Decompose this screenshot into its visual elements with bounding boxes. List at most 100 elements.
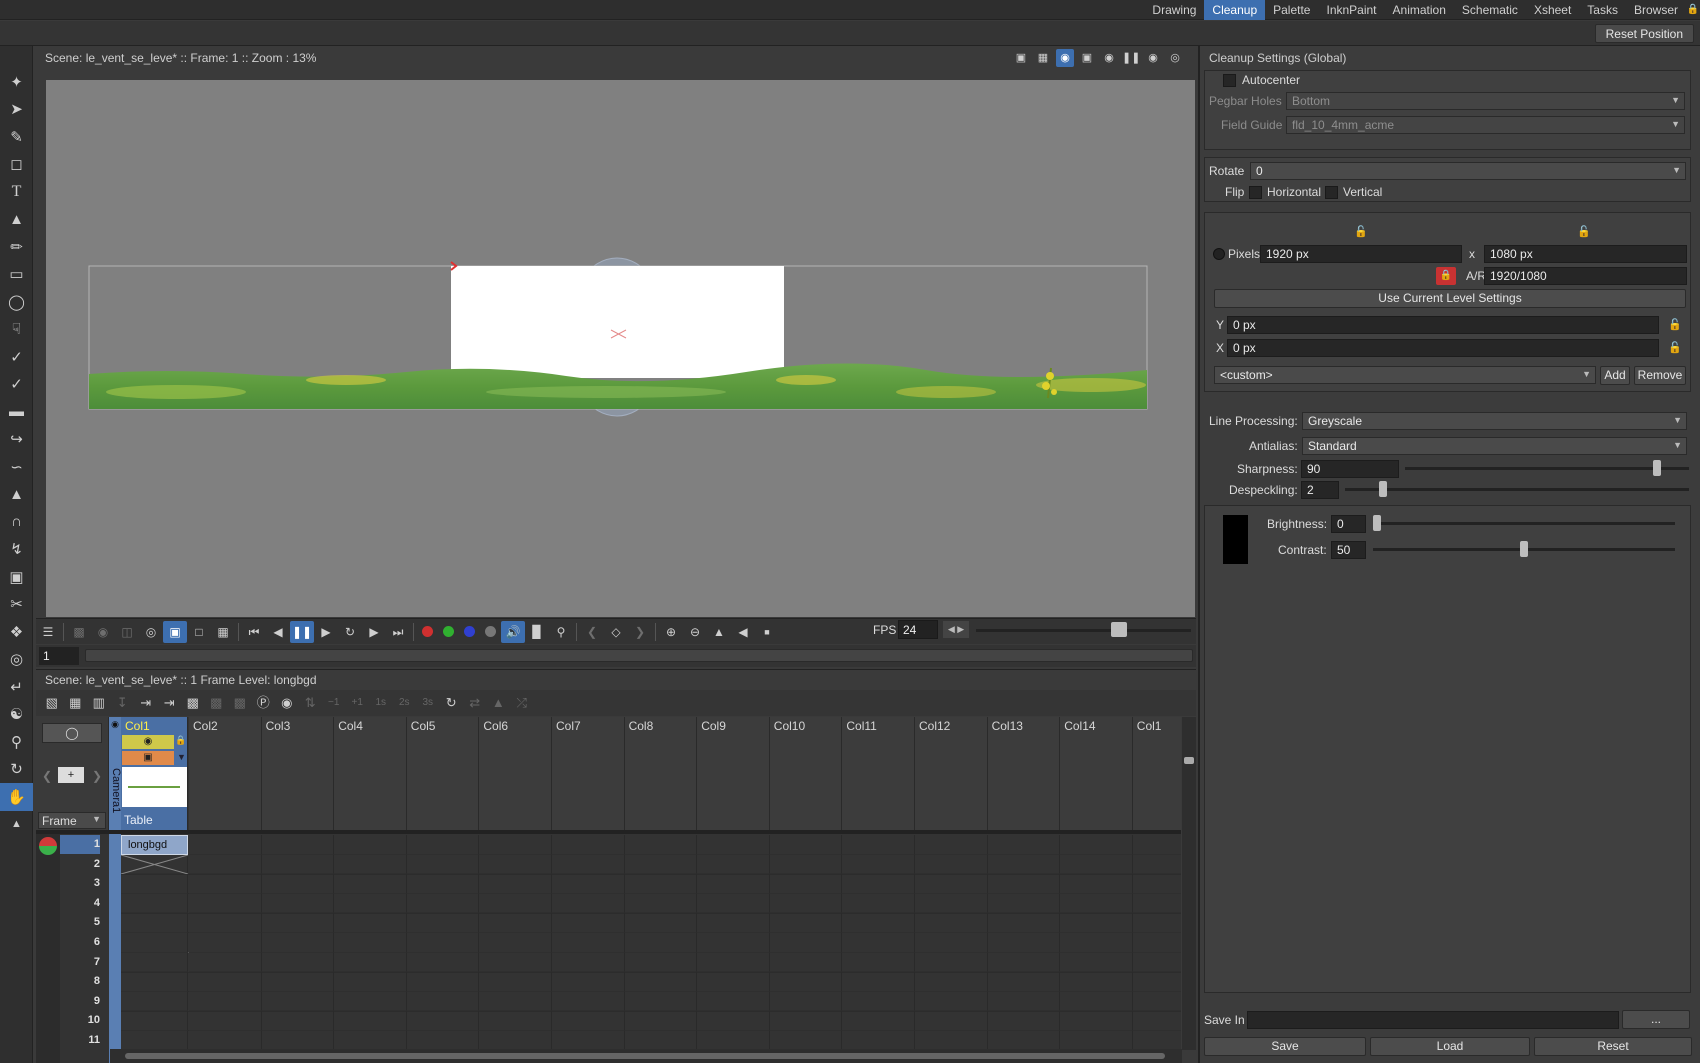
next-frame-icon[interactable]: ▶ [362, 621, 386, 643]
xsheet-cell[interactable] [334, 913, 407, 933]
xsheet-cell[interactable] [624, 1011, 698, 1031]
fps-input[interactable]: 24 [898, 620, 938, 639]
rollup-icon[interactable]: ▲ [487, 692, 511, 714]
xsheet-cell[interactable] [334, 874, 407, 894]
xsheet-cell[interactable] [406, 991, 480, 1012]
column-header[interactable]: Col6 [479, 717, 552, 830]
xsheet-cell[interactable] [189, 854, 262, 875]
xsheet-cell[interactable] [479, 972, 552, 992]
xsheet-cell[interactable] [406, 972, 480, 992]
fill-tool-icon[interactable]: ▲ [0, 206, 33, 234]
col1-cell[interactable] [121, 913, 188, 933]
brightness-slider-handle[interactable] [1373, 515, 1381, 531]
frame-number[interactable]: 3 [60, 874, 100, 893]
sound-icon[interactable]: 🔊 [501, 620, 525, 643]
preview-icon[interactable]: ◉ [1144, 49, 1162, 67]
control-point-editor-icon[interactable]: ↪ [0, 426, 33, 454]
x-lock-icon[interactable]: 🔓 [1668, 341, 1682, 354]
play-icon[interactable]: ▶ [314, 621, 338, 643]
xsheet-cell[interactable] [697, 972, 770, 992]
column-header[interactable]: Col13 [987, 717, 1061, 830]
xsheet-cell[interactable] [769, 952, 843, 973]
brightness-slider[interactable] [1373, 522, 1675, 525]
rotate-select[interactable]: 0 ▼ [1250, 162, 1686, 180]
xsheet-cell[interactable] [479, 991, 552, 1012]
width-field[interactable]: 1920 px [1260, 245, 1462, 263]
col1-cell[interactable] [121, 972, 188, 992]
type-tool-icon[interactable]: T [0, 178, 33, 206]
swing-icon[interactable]: ⇄ [463, 692, 487, 714]
xsheet-cell[interactable] [1060, 1031, 1133, 1051]
room-tab-drawing[interactable]: Drawing [1144, 0, 1204, 20]
camera-column[interactable]: ◉ Camera1 [109, 717, 122, 1063]
load-button[interactable]: Load [1370, 1037, 1530, 1056]
xsheet-cell[interactable] [189, 933, 262, 953]
add-preset-button[interactable]: Add [1600, 366, 1630, 385]
column-header[interactable]: Col3 [261, 717, 335, 830]
xsheet-cell[interactable] [479, 854, 552, 875]
pinch-tool-icon[interactable]: ∽ [0, 453, 33, 481]
xsheet-cell[interactable] [1060, 1011, 1133, 1031]
xsheet-cell[interactable] [334, 893, 407, 914]
next-key-icon[interactable]: ❯ [628, 621, 652, 643]
xsheet-cell[interactable] [1132, 913, 1181, 933]
histogram-icon[interactable]: ▉ [525, 621, 549, 643]
xsheet-cell[interactable] [624, 972, 698, 992]
xsheet-cell[interactable] [1060, 952, 1133, 973]
new-raster-level-icon[interactable]: ▥ [87, 692, 111, 714]
xsheet-cell[interactable] [189, 991, 262, 1012]
xsheet-cell[interactable] [987, 933, 1061, 953]
xsheet-cell[interactable] [1132, 1011, 1181, 1031]
toolbar-collapse-icon[interactable]: ▲ [0, 811, 33, 839]
frame-number[interactable]: 6 [60, 933, 100, 952]
room-tab-animation[interactable]: Animation [1385, 0, 1454, 20]
xsheet-cell[interactable] [915, 972, 988, 992]
xsheet-cell[interactable] [842, 835, 915, 855]
xsheet-cell[interactable] [1132, 874, 1181, 894]
export-level-icon[interactable]: ⇥ [158, 692, 182, 714]
xsheet-cell[interactable] [842, 874, 915, 894]
col1-cell[interactable] [121, 991, 188, 1012]
ar-lock-icon[interactable]: 🔒 [1436, 267, 1456, 285]
xsheet-cell[interactable] [261, 991, 335, 1012]
tracker-tool-icon[interactable]: ◎ [0, 646, 33, 674]
xsheet-cell[interactable] [334, 854, 407, 875]
xsheet-cell[interactable] [1060, 913, 1133, 933]
browse-button[interactable]: ... [1622, 1010, 1690, 1029]
freeze-icon[interactable]: ❚❚ [1122, 49, 1140, 67]
scroll-handle[interactable] [125, 1053, 1165, 1059]
orientation-toggle-icon[interactable]: ◯ [42, 723, 102, 743]
eraser-tool-icon[interactable]: ▭ [0, 261, 33, 289]
xsheet-cell[interactable] [552, 893, 625, 914]
xsheet-cell[interactable] [842, 933, 915, 953]
xsheet-cell[interactable] [842, 854, 915, 875]
style-picker-icon[interactable]: ✓ [0, 343, 33, 371]
save-in-field[interactable] [1247, 1011, 1619, 1029]
xsheet-cell[interactable] [406, 854, 480, 875]
column-header[interactable]: Col1 [1132, 717, 1181, 830]
col1-cell[interactable] [121, 1011, 188, 1031]
xsheet-cell[interactable] [624, 952, 698, 973]
frame-number[interactable]: 2 [60, 855, 100, 874]
col1-cell[interactable] [121, 952, 188, 973]
xsheet-cell[interactable] [842, 1031, 915, 1051]
xsheet-cell[interactable] [261, 972, 335, 992]
xsheet-cell[interactable] [552, 991, 625, 1012]
xsheet-cell[interactable] [697, 933, 770, 953]
xsheet-cell[interactable] [842, 991, 915, 1012]
xsheet-cell[interactable] [915, 913, 988, 933]
camera-stand-toggle-icon[interactable]: ▣ [163, 620, 187, 643]
column-header[interactable]: Col12 [915, 717, 988, 830]
col1-cell[interactable] [121, 933, 188, 953]
save-button[interactable]: Save [1204, 1037, 1366, 1056]
xsheet-cell[interactable] [987, 874, 1061, 894]
sharpness-slider[interactable] [1405, 467, 1689, 470]
camstand-visible-toggle[interactable]: ▣ [122, 751, 174, 765]
xsheet-cell[interactable] [915, 854, 988, 875]
hook-tool-icon[interactable]: ↵ [0, 673, 33, 701]
sharpness-slider-handle[interactable] [1653, 460, 1662, 476]
xsheet-cell[interactable] [842, 893, 915, 914]
xsheet-cell[interactable] [479, 933, 552, 953]
cutter-tool-icon[interactable]: ✂ [0, 591, 33, 619]
last-frame-icon[interactable]: ⏭ [386, 621, 410, 643]
